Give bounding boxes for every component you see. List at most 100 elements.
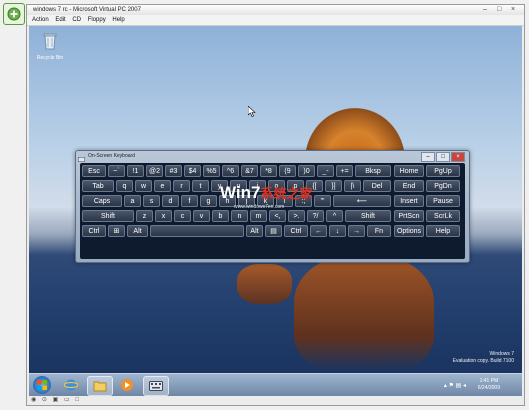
taskbar-explorer[interactable]	[87, 376, 113, 396]
key-insert[interactable]: Insert	[394, 195, 424, 207]
key-help[interactable]: Help	[426, 225, 460, 237]
key-1[interactable]: !1	[127, 165, 144, 177]
key-q[interactable]: q	[116, 180, 133, 192]
desktop-watermark: Windows 7 Evaluation copy. Build 7100	[453, 351, 514, 365]
key-a[interactable]: a	[124, 195, 141, 207]
key-v[interactable]: v	[193, 210, 210, 222]
key-pgdn[interactable]: PgDn	[426, 180, 460, 192]
key-7[interactable]: &7	[241, 165, 258, 177]
key-esc[interactable]: Esc	[82, 165, 106, 177]
key-f[interactable]: f	[181, 195, 198, 207]
key-pgup[interactable]: PgUp	[426, 165, 460, 177]
key-tab[interactable]: Tab	[82, 180, 114, 192]
key-right-arrow[interactable]: →	[348, 225, 365, 237]
floppy-icon[interactable]: ▣	[53, 397, 59, 403]
key-d[interactable]: d	[162, 195, 179, 207]
key-options[interactable]: Options	[394, 225, 424, 237]
minimize-button[interactable]: –	[483, 6, 487, 14]
on-screen-keyboard-window[interactable]: On-Screen Keyboard – □ × Esc ~` !1 @2 #3…	[75, 150, 470, 263]
osk-close-button[interactable]: ×	[451, 152, 465, 162]
key-enter[interactable]: ⟵	[333, 195, 391, 207]
action-center-icon[interactable]: ⚑	[449, 383, 454, 389]
site-watermark-logo: Win7系统之家 www.windows7en.com	[220, 183, 320, 219]
key-close-bracket[interactable]: }]	[325, 180, 342, 192]
key-c[interactable]: c	[174, 210, 191, 222]
key-end[interactable]: End	[394, 180, 424, 192]
window-titlebar: windows 7 rc - Microsoft Virtual PC 2007…	[27, 5, 524, 15]
key-prtscn[interactable]: PrtScn	[394, 210, 424, 222]
key-scrlk[interactable]: ScrLk	[426, 210, 460, 222]
hard-disk-icon[interactable]: ◉	[31, 397, 36, 403]
key-left-shift[interactable]: Shift	[82, 210, 134, 222]
key-9[interactable]: (9	[279, 165, 296, 177]
key-menu[interactable]: ▤	[265, 225, 282, 237]
key-r[interactable]: r	[173, 180, 190, 192]
recycle-bin-icon	[43, 33, 57, 50]
restore-button[interactable]: □	[497, 6, 501, 14]
key-del[interactable]: Del	[363, 180, 391, 192]
key-left-arrow[interactable]: ←	[310, 225, 327, 237]
add-icon[interactable]	[3, 3, 25, 25]
mouse-pointer-icon	[247, 105, 256, 120]
osk-minimize-button[interactable]: –	[421, 152, 435, 162]
menu-action[interactable]: Action	[32, 15, 49, 25]
key-fn[interactable]: Fn	[367, 225, 391, 237]
keyboard-app-icon	[78, 157, 85, 162]
key-4[interactable]: $4	[184, 165, 201, 177]
key-up-arrow[interactable]: ^	[326, 210, 343, 222]
start-button[interactable]	[33, 376, 51, 394]
shared-folder-icon[interactable]: ▭	[64, 397, 70, 403]
key-backslash[interactable]: |\	[344, 180, 361, 192]
key-8[interactable]: *8	[260, 165, 277, 177]
cd-drive-icon[interactable]: ⊙	[42, 397, 47, 403]
key-right-ctrl[interactable]: Ctrl	[284, 225, 308, 237]
network-adapter-icon[interactable]: □	[75, 397, 79, 403]
menu-edit[interactable]: Edit	[55, 15, 65, 25]
key-right-shift[interactable]: Shift	[345, 210, 391, 222]
watermark-line2: Evaluation copy. Build 7100	[452, 358, 514, 364]
key-right-alt[interactable]: Alt	[246, 225, 263, 237]
osk-title: On-Screen Keyboard	[88, 153, 135, 159]
system-tray[interactable]: ▴ ⚑ ▤ ◂	[444, 382, 466, 389]
key-5[interactable]: %5	[203, 165, 220, 177]
network-icon[interactable]: ▤	[456, 383, 462, 389]
key-windows[interactable]: ⊞	[108, 225, 125, 237]
key-tilde[interactable]: ~`	[108, 165, 125, 177]
volume-icon[interactable]: ◂	[463, 383, 466, 389]
taskbar-on-screen-keyboard[interactable]	[143, 376, 169, 396]
key-equals[interactable]: +=	[336, 165, 353, 177]
key-2[interactable]: @2	[146, 165, 163, 177]
tray-arrow-icon[interactable]: ▴	[444, 383, 447, 389]
taskbar-media-player[interactable]	[115, 376, 139, 394]
close-button[interactable]: ×	[511, 6, 515, 14]
key-w[interactable]: w	[135, 180, 152, 192]
taskbar-clock[interactable]: 1:41 PM 6/24/2009	[478, 378, 500, 392]
key-space[interactable]	[150, 225, 244, 237]
osk-maximize-button[interactable]: □	[436, 152, 450, 162]
vpc-statusbar: ◉ ⊙ ▣ ▭ □	[31, 396, 83, 404]
menu-floppy[interactable]: Floppy	[88, 15, 106, 25]
guest-desktop[interactable]: Recycle Bin On-Screen Keyboard – □ × Esc…	[29, 26, 522, 373]
internet-explorer-icon	[64, 379, 78, 391]
key-3[interactable]: #3	[165, 165, 182, 177]
key-down-arrow[interactable]: ↓	[329, 225, 346, 237]
recycle-bin-shortcut[interactable]: Recycle Bin	[35, 32, 65, 61]
key-g[interactable]: g	[200, 195, 217, 207]
key-x[interactable]: x	[155, 210, 172, 222]
key-minus[interactable]: _-	[317, 165, 334, 177]
key-6[interactable]: ^6	[222, 165, 239, 177]
key-left-ctrl[interactable]: Ctrl	[82, 225, 106, 237]
taskbar-internet-explorer[interactable]	[59, 376, 83, 394]
key-caps[interactable]: Caps	[82, 195, 122, 207]
key-pause[interactable]: Pause	[426, 195, 460, 207]
menu-help[interactable]: Help	[112, 15, 124, 25]
key-0[interactable]: )0	[298, 165, 315, 177]
key-s[interactable]: s	[143, 195, 160, 207]
key-left-alt[interactable]: Alt	[127, 225, 148, 237]
key-e[interactable]: e	[154, 180, 171, 192]
menu-cd[interactable]: CD	[72, 15, 81, 25]
key-t[interactable]: t	[192, 180, 209, 192]
key-z[interactable]: z	[136, 210, 153, 222]
key-home[interactable]: Home	[394, 165, 424, 177]
key-backspace[interactable]: Bksp	[355, 165, 391, 177]
